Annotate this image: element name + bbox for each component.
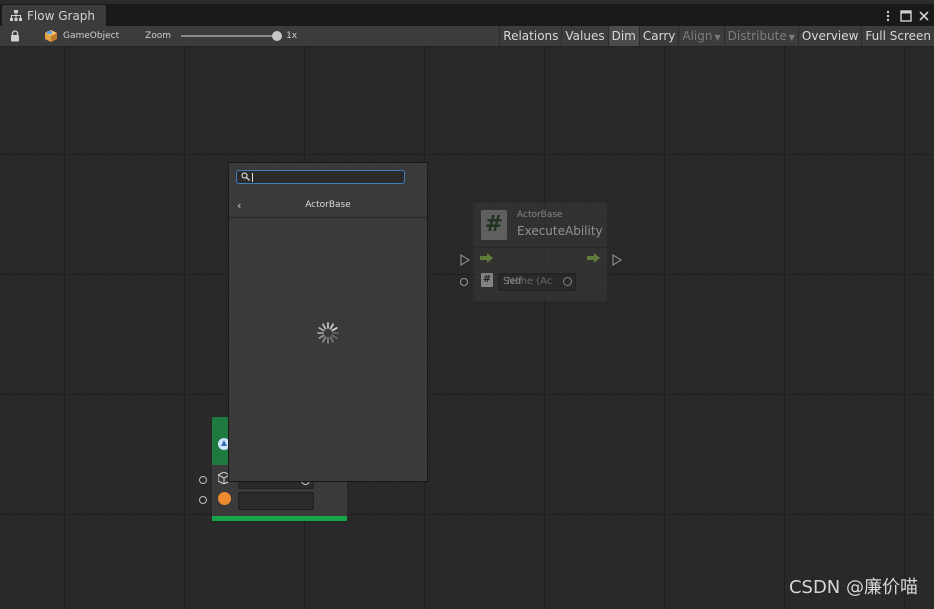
- fullscreen-button[interactable]: Full Screen: [861, 26, 934, 46]
- flow-output-arrow-icon[interactable]: [612, 254, 622, 266]
- tab-title: Flow Graph: [27, 8, 96, 23]
- dim-button[interactable]: Dim: [607, 26, 639, 46]
- node-footer: [212, 516, 347, 521]
- fuzzy-finder-popup[interactable]: ‹ ActorBase: [228, 162, 428, 482]
- values-button[interactable]: Values: [561, 26, 607, 46]
- search-box[interactable]: [236, 170, 405, 184]
- finder-results-list[interactable]: [229, 218, 427, 481]
- control-output-icon: [587, 253, 600, 263]
- csharp-icon: #: [481, 210, 507, 240]
- window-controls: [882, 7, 930, 22]
- node-divider: [474, 247, 607, 248]
- node-input-field[interactable]: [238, 492, 314, 510]
- maximize-icon[interactable]: [900, 7, 912, 22]
- zoom-value: 1x: [286, 31, 298, 41]
- control-input-icon: [480, 253, 493, 263]
- value-input-port[interactable]: [460, 278, 468, 286]
- distribute-label: Distribute: [727, 29, 787, 43]
- spinner-tick: [322, 336, 327, 343]
- text-cursor: [252, 173, 253, 182]
- spinner-tick: [329, 336, 334, 343]
- zoom-slider[interactable]: [181, 30, 283, 42]
- lock-icon[interactable]: [10, 30, 20, 42]
- relations-button[interactable]: Relations: [499, 26, 561, 46]
- loading-spinner-icon: [317, 322, 339, 344]
- tab-flow-graph[interactable]: Flow Graph: [2, 5, 106, 26]
- align-dropdown[interactable]: Align ▼: [678, 26, 723, 46]
- toolbar-button-group: Relations Values Dim Carry Align ▼ Distri…: [499, 26, 934, 46]
- spinner-tick: [329, 323, 334, 330]
- target-field[interactable]: Self None (Ac: [498, 273, 576, 291]
- hierarchy-icon: [10, 9, 22, 21]
- search-icon: [241, 172, 250, 181]
- spinner-tick: [331, 334, 338, 339]
- flow-graph-window: Flow Graph GameObject Zoom 1x Relations …: [0, 0, 934, 609]
- graph-toolbar: GameObject Zoom 1x Relations Values Dim …: [0, 26, 934, 47]
- graph-canvas[interactable]: [0, 47, 934, 609]
- finder-header: ‹ ActorBase: [229, 196, 427, 218]
- spinner-tick: [318, 334, 325, 339]
- finder-title: ActorBase: [305, 200, 351, 210]
- distribute-dropdown[interactable]: Distribute ▼: [723, 26, 798, 46]
- spinner-tick: [331, 327, 338, 332]
- execute-ability-node[interactable]: # ActorBase ExecuteAbility # Self None (…: [474, 203, 607, 301]
- zoom-label: Zoom: [145, 31, 172, 41]
- window-title-bar: Flow Graph: [0, 0, 934, 26]
- target-field-overlap: None (Ac: [507, 276, 553, 287]
- overview-button[interactable]: Overview: [797, 26, 862, 46]
- spinner-tick: [322, 323, 327, 330]
- more-options-icon[interactable]: [882, 7, 894, 22]
- chevron-down-icon: ▼: [714, 33, 721, 42]
- object-picker-icon[interactable]: [563, 277, 572, 286]
- type-icon: #: [481, 273, 493, 287]
- zoom-slider-track: [181, 35, 278, 37]
- title-bar-edge: [0, 0, 934, 4]
- search-input[interactable]: [252, 171, 402, 183]
- carry-button[interactable]: Carry: [638, 26, 679, 46]
- align-label: Align: [682, 29, 713, 43]
- chevron-down-icon: ▼: [788, 33, 795, 42]
- zoom-slider-thumb[interactable]: [272, 31, 283, 41]
- watermark: CSDN @廉价喵: [788, 577, 918, 598]
- node-title: ExecuteAbility: [517, 224, 603, 238]
- node-kind: ActorBase: [517, 210, 563, 220]
- flow-input-arrow-icon[interactable]: [460, 254, 470, 266]
- input-port[interactable]: [199, 476, 207, 484]
- input-port[interactable]: [199, 496, 207, 504]
- gameobject-icon: [45, 29, 57, 42]
- spinner-tick: [318, 327, 325, 332]
- close-icon[interactable]: [918, 7, 930, 21]
- value-port-icon: [218, 492, 231, 505]
- target-object-label[interactable]: GameObject: [63, 31, 119, 41]
